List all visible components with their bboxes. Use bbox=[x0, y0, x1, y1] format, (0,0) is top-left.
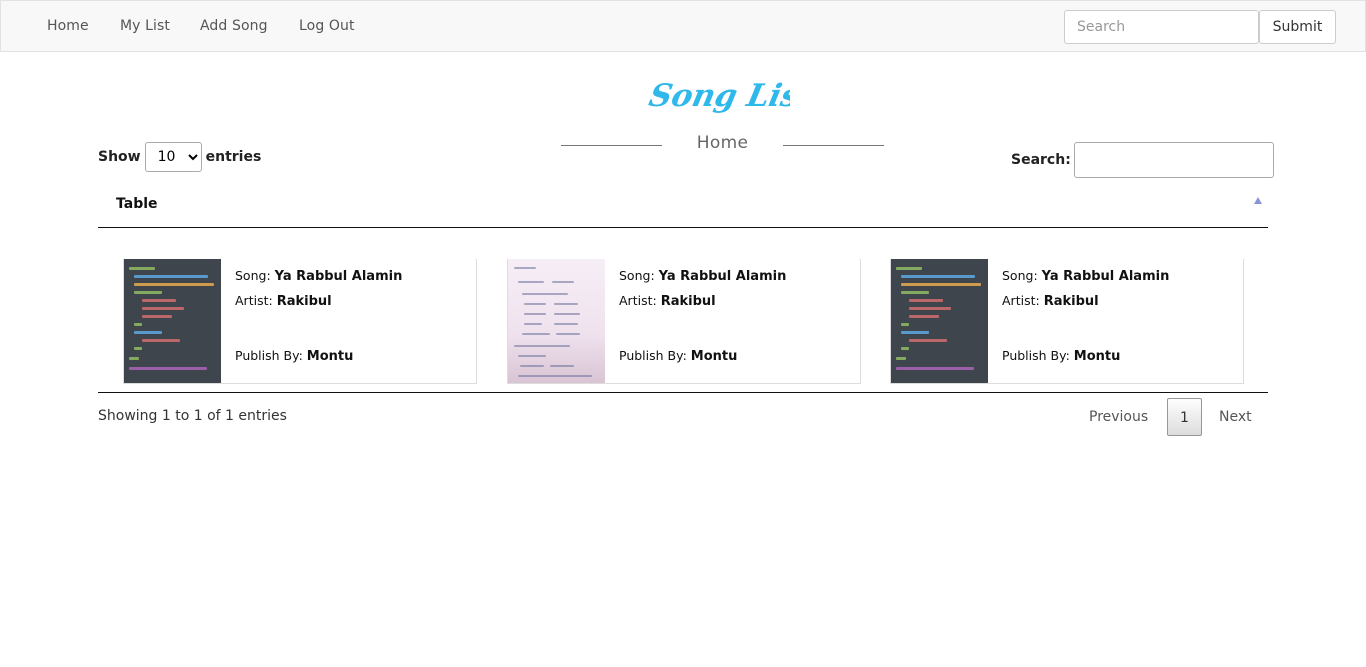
nav-logout-link[interactable]: Log Out bbox=[299, 18, 355, 34]
song-listing-logo: Song Listing bbox=[646, 78, 790, 114]
sort-ascending-icon[interactable] bbox=[1254, 197, 1262, 204]
song-card: Song: Ya Rabbul Alamin Artist: Rakibul P… bbox=[123, 259, 477, 384]
song-title: Song: Ya Rabbul Alamin bbox=[1002, 268, 1170, 284]
song-thumbnail bbox=[124, 259, 221, 383]
pagination-next-button[interactable]: Next bbox=[1205, 398, 1266, 436]
nav-home-link[interactable]: Home bbox=[47, 18, 89, 34]
nav-my-list-link[interactable]: My List bbox=[120, 18, 170, 34]
nav-search-input[interactable] bbox=[1064, 10, 1259, 44]
song-title: Song: Ya Rabbul Alamin bbox=[619, 268, 787, 284]
logo-text: Song Listing bbox=[646, 78, 790, 114]
table-header-rule bbox=[98, 227, 1268, 228]
show-entries-control: Show 10 25 50 100 entries bbox=[98, 142, 261, 172]
pagination-page-1-button[interactable]: 1 bbox=[1167, 398, 1202, 436]
song-card: Song: Ya Rabbul Alamin Artist: Rakibul P… bbox=[890, 259, 1244, 384]
song-title: Song: Ya Rabbul Alamin bbox=[235, 268, 403, 284]
top-navbar: Home My List Add Song Log Out Submit bbox=[0, 0, 1366, 52]
table-column-header[interactable]: Table bbox=[116, 196, 158, 212]
song-artist: Artist: Rakibul bbox=[1002, 293, 1099, 309]
table-info-text: Showing 1 to 1 of 1 entries bbox=[98, 408, 287, 424]
table-bottom-rule bbox=[98, 392, 1268, 393]
song-card: Song: Ya Rabbul Alamin Artist: Rakibul P… bbox=[507, 259, 861, 384]
nav-add-song-link[interactable]: Add Song bbox=[200, 18, 268, 34]
song-thumbnail bbox=[891, 259, 988, 383]
song-thumbnail bbox=[508, 259, 605, 383]
song-publisher: Publish By: Montu bbox=[235, 348, 354, 364]
table-search-control: Search: bbox=[1011, 142, 1274, 178]
song-publisher: Publish By: Montu bbox=[619, 348, 738, 364]
page-size-select[interactable]: 10 25 50 100 bbox=[144, 142, 202, 172]
show-label: Show bbox=[98, 149, 141, 165]
pagination-previous-button[interactable]: Previous bbox=[1075, 398, 1162, 436]
nav-submit-button[interactable]: Submit bbox=[1259, 10, 1336, 44]
title-left-rule bbox=[561, 145, 662, 146]
song-artist: Artist: Rakibul bbox=[619, 293, 716, 309]
table-search-label: Search: bbox=[1011, 152, 1071, 168]
title-right-rule bbox=[783, 145, 884, 146]
song-publisher: Publish By: Montu bbox=[1002, 348, 1121, 364]
entries-label: entries bbox=[205, 149, 262, 165]
song-artist: Artist: Rakibul bbox=[235, 293, 332, 309]
page-title: Home bbox=[696, 133, 749, 153]
table-search-input[interactable] bbox=[1073, 142, 1274, 178]
